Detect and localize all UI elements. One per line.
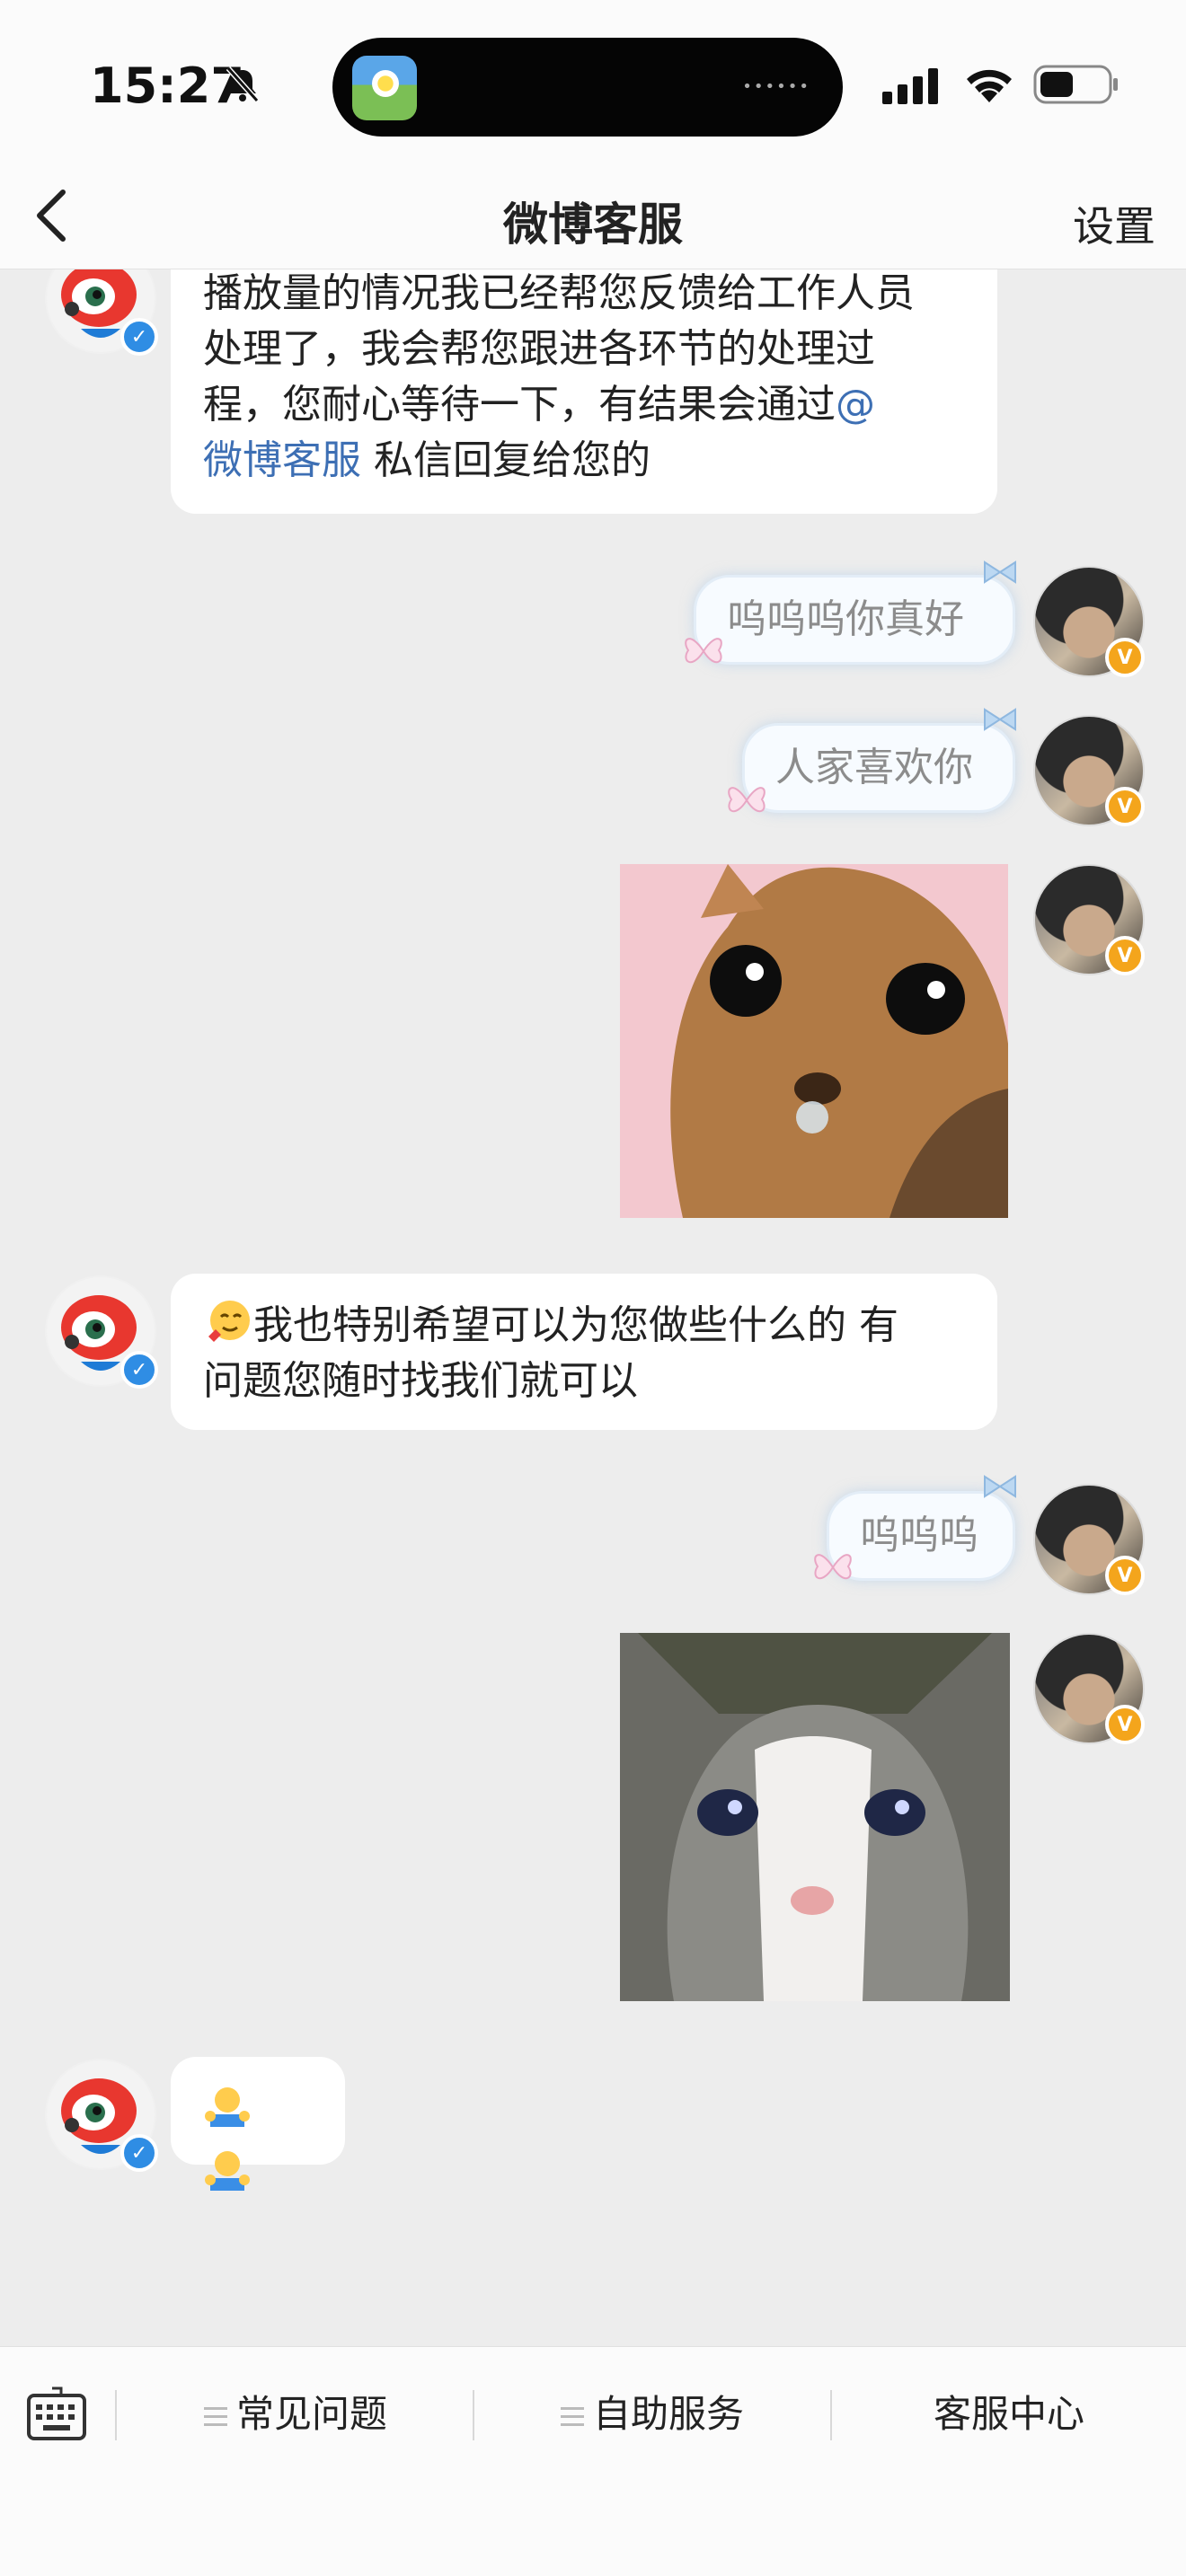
bow-decoration-icon <box>984 560 1016 584</box>
vip-badge-icon: V <box>1105 787 1145 826</box>
avatar[interactable]: ✓ <box>45 2059 158 2172</box>
cat-photo-image <box>620 1633 1010 2001</box>
avatar[interactable]: V <box>1033 1484 1145 1595</box>
verified-badge-icon: ✓ <box>120 318 158 356</box>
wifi-icon <box>967 69 1012 102</box>
bow-decoration-icon <box>984 708 1016 731</box>
status-bar: 15:27 •••••• <box>0 0 1186 162</box>
message-bubble[interactable] <box>171 2057 345 2191</box>
message-text: 呜呜呜 <box>860 1513 978 1558</box>
bow-decoration-icon <box>984 1475 1016 1498</box>
butterfly-decoration-icon <box>685 638 722 664</box>
menu-lines-icon <box>560 2406 584 2427</box>
bell-muted-icon <box>226 66 260 102</box>
message-text: 人家喜欢你 <box>775 745 973 790</box>
menu-label: 自助服务 <box>592 2392 744 2436</box>
avatar[interactable]: V <box>1033 566 1145 677</box>
chat-message-list[interactable]: ✓ 播放量的情况我已经帮您反馈给工作人员 处理了，我会帮您跟进各环节的处理过 程… <box>0 269 1186 2346</box>
message-bubble[interactable]: 呜呜呜你真好 <box>694 575 1015 665</box>
page-title: 微博客服 <box>503 198 683 251</box>
vip-badge-icon: V <box>1105 638 1145 677</box>
avatar[interactable]: V <box>1033 864 1145 975</box>
hug-emoji-icon <box>205 2151 250 2191</box>
menu-lines-icon <box>203 2406 227 2427</box>
message-text: 呜呜呜你真好 <box>727 596 964 642</box>
nav-bar: 微博客服 设置 <box>0 162 1186 269</box>
avatar[interactable]: ✓ <box>45 269 158 356</box>
app-icon <box>352 56 417 120</box>
message-bubble[interactable]: 我也特别希望可以为您做些什么的 有 问题您随时找我们就可以 <box>171 1274 997 1430</box>
faq-menu-button[interactable]: 常见问题 <box>117 2383 474 2446</box>
image-message[interactable] <box>620 864 1008 1218</box>
status-time: 15:27 <box>90 57 244 114</box>
cat-photo-image <box>620 864 1008 1218</box>
message-text: 处理了，我会帮您跟进各环节的处理过 <box>203 326 875 372</box>
bottom-menu-bar: 常见问题 自助服务 客服中心 <box>0 2346 1186 2576</box>
verified-badge-icon: ✓ <box>120 1351 158 1389</box>
avatar[interactable]: V <box>1033 715 1145 826</box>
message-text: 我也特别希望可以为您做些什么的 有 <box>253 1302 898 1348</box>
message-bubble[interactable]: 人家喜欢你 <box>742 723 1015 813</box>
avatar[interactable]: V <box>1033 1633 1145 1744</box>
cellular-signal-icon <box>882 68 938 104</box>
mention-link[interactable]: 微博客服 <box>203 437 361 483</box>
hug-emoji-icon <box>205 2087 250 2127</box>
verified-badge-icon: ✓ <box>120 2134 158 2172</box>
message-text: 播放量的情况我已经帮您反馈给工作人员 <box>203 270 915 316</box>
hugging-face-emoji-icon <box>208 1301 250 1342</box>
service-center-button[interactable]: 客服中心 <box>832 2383 1186 2446</box>
message-bubble[interactable]: 播放量的情况我已经帮您反馈给工作人员 处理了，我会帮您跟进各环节的处理过 程，您… <box>171 269 997 514</box>
message-text: 问题您随时找我们就可以 <box>203 1358 638 1404</box>
menu-label: 客服中心 <box>933 2392 1084 2436</box>
menu-label: 常见问题 <box>235 2392 387 2436</box>
butterfly-decoration-icon <box>814 1554 852 1580</box>
message-text: 程，您耐心等待一下，有结果会通过 <box>203 382 836 428</box>
ellipsis-icon: •••••• <box>742 77 810 96</box>
mention-link[interactable]: @ <box>836 382 875 428</box>
self-service-menu-button[interactable]: 自助服务 <box>474 2383 830 2446</box>
image-message[interactable] <box>620 1633 1010 2001</box>
avatar[interactable]: ✓ <box>45 1275 158 1389</box>
battery-icon <box>1033 65 1118 104</box>
keyboard-icon[interactable] <box>25 2383 88 2446</box>
message-text: 私信回复给您的 <box>361 437 651 483</box>
dynamic-island[interactable]: •••••• <box>332 38 843 137</box>
vip-badge-icon: V <box>1105 1556 1145 1595</box>
settings-button[interactable]: 设置 <box>1073 194 1155 253</box>
vip-badge-icon: V <box>1105 936 1145 975</box>
vip-badge-icon: V <box>1105 1705 1145 1744</box>
butterfly-decoration-icon <box>728 787 766 813</box>
